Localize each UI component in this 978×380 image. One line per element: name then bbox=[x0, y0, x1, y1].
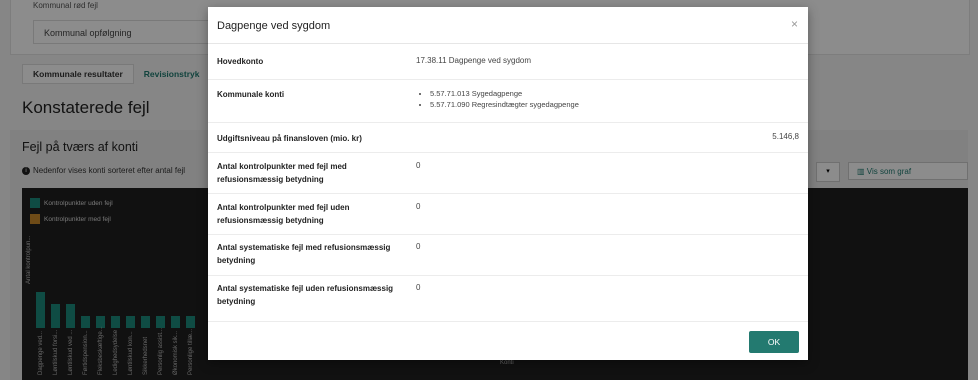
sys-fejl-med-value: 0 bbox=[416, 242, 421, 251]
kp-med-fejl-uden-label: Antal kontrolpunkter med fejl uden refus… bbox=[217, 203, 350, 225]
account-details-modal: Dagpenge ved sygdom × Hovedkonto 17.38.1… bbox=[208, 7, 808, 360]
row-kp-med-fejl-uden: Antal kontrolpunkter med fejl uden refus… bbox=[208, 194, 808, 235]
hovedkonto-label: Hovedkonto bbox=[217, 57, 264, 66]
udgiftsniveau-value: 5.146,8 bbox=[772, 132, 799, 141]
kommunale-konti-list: 5.57.71.013 Sygedagpenge 5.57.71.090 Reg… bbox=[416, 89, 579, 111]
row-sys-fejl-med: Antal systematiske fejl med refusionsmæs… bbox=[208, 235, 808, 276]
kp-med-fejl-med-label: Antal kontrolpunkter med fejl med refusi… bbox=[217, 162, 347, 184]
sys-fejl-med-label: Antal systematiske fejl med refusionsmæs… bbox=[217, 243, 391, 265]
udgiftsniveau-label: Udgiftsniveau på finansloven (mio. kr) bbox=[217, 134, 362, 143]
row-udgiftsniveau: Udgiftsniveau på finansloven (mio. kr) 5… bbox=[208, 123, 808, 153]
modal-title: Dagpenge ved sygdom bbox=[217, 20, 331, 32]
konto-item: 5.57.71.013 Sygedagpenge bbox=[430, 89, 579, 98]
sys-fejl-uden-label: Antal systematiske fejl uden refusionsmæ… bbox=[217, 284, 394, 306]
modal-header: Dagpenge ved sygdom × bbox=[208, 7, 808, 44]
sys-fejl-uden-value: 0 bbox=[416, 283, 421, 292]
row-kp-med-fejl-med: Antal kontrolpunkter med fejl med refusi… bbox=[208, 153, 808, 194]
close-icon[interactable]: × bbox=[791, 17, 798, 31]
kommunale-konti-label: Kommunale konti bbox=[217, 90, 285, 99]
modal-footer: OK bbox=[208, 321, 808, 360]
hovedkonto-value: 17.38.11 Dagpenge ved sygdom bbox=[416, 56, 532, 65]
ok-button[interactable]: OK bbox=[749, 331, 799, 353]
kp-med-fejl-med-value: 0 bbox=[416, 161, 421, 170]
kp-med-fejl-uden-value: 0 bbox=[416, 202, 421, 211]
konto-item: 5.57.71.090 Regresindtægter sygedagpenge bbox=[430, 100, 579, 109]
row-hovedkonto: Hovedkonto 17.38.11 Dagpenge ved sygdom bbox=[208, 44, 808, 80]
row-sys-fejl-uden: Antal systematiske fejl uden refusionsmæ… bbox=[208, 276, 808, 320]
row-kommunale-konti: Kommunale konti 5.57.71.013 Sygedagpenge… bbox=[208, 80, 808, 123]
